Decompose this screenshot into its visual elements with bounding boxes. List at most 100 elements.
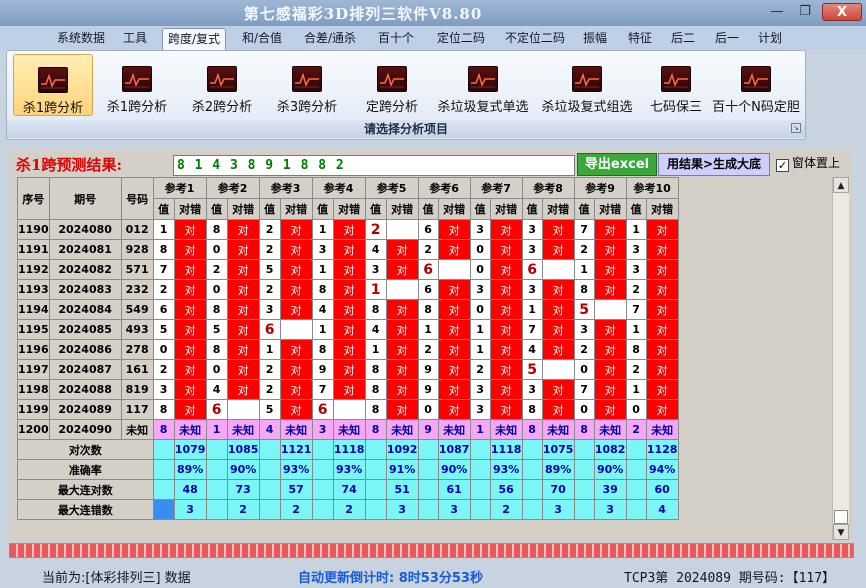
scroll-down-icon[interactable]: ▼ <box>833 524 849 540</box>
prediction-result-field[interactable]: 8 1 4 3 8 9 1 8 8 2 <box>173 155 575 176</box>
chart-line-icon <box>572 66 602 92</box>
ref-value: 8 <box>205 219 228 240</box>
value-subheader[interactable]: 值 <box>258 198 281 220</box>
checkbox-check-icon[interactable]: ✓ <box>776 159 789 172</box>
ribbon-button-label: 定跨分析 <box>365 100 418 115</box>
tab-4[interactable]: 和/合值 <box>236 28 288 50</box>
ref-value: 2 <box>364 219 387 240</box>
table-row[interactable]: 1196 2024086 278 0 对 8 对 1 对 8 对 1 对 2 对 1 对 4 对 2 对 8 对 <box>17 339 679 360</box>
summary-label: 对次数 <box>17 439 154 460</box>
tab-3[interactable]: 跨度/复式 <box>162 28 226 50</box>
table-row[interactable]: 1194 2024084 549 6 对 8 对 3 对 4 对 8 对 8 对 0 对 1 对 5 7 对 <box>17 299 679 320</box>
ref-value: 6 <box>417 259 439 280</box>
table-row[interactable]: 1193 2024083 232 2 对 0 对 2 对 8 对 1 6 对 3 对 3 对 8 对 2 对 <box>17 279 679 300</box>
tab-13[interactable]: 计划 <box>752 28 788 50</box>
column-header[interactable]: 期号 <box>48 177 122 220</box>
scroll-up-icon[interactable]: ▲ <box>833 177 849 193</box>
result-subheader[interactable]: 对错 <box>593 198 627 220</box>
minimize-button[interactable]: — <box>764 3 790 21</box>
value-subheader[interactable]: 值 <box>311 198 334 220</box>
tab-11[interactable]: 后二 <box>666 28 700 50</box>
tab-9[interactable]: 振幅 <box>578 28 612 50</box>
group-launcher-icon[interactable]: ↘ <box>791 123 801 133</box>
result-subheader[interactable]: 对错 <box>279 198 313 220</box>
tab-1[interactable]: 系统数据 <box>52 28 110 50</box>
result-ok: 对 <box>541 219 575 240</box>
value-subheader[interactable]: 值 <box>152 198 175 220</box>
ribbon-button-6[interactable]: 杀垃圾复式单选 <box>431 54 535 116</box>
ref-group-header[interactable]: 参考2 <box>205 177 260 199</box>
ref-group-header[interactable]: 参考4 <box>311 177 366 199</box>
column-header[interactable]: 序号 <box>17 177 50 220</box>
table-row[interactable]: 1199 2024089 117 8 对 6 5 对 6 8 对 0 对 3 对 8 对 0 对 0 对 <box>17 399 679 420</box>
chart-line-icon <box>292 66 322 92</box>
table-row-pending[interactable]: 1200 2024090 未知 8 未知 1 未知 4 未知 3 未知 8 未知 9 未知 1 未知 8 未知 8 未知… <box>17 419 679 440</box>
ribbon-button-3[interactable]: 杀2跨分析 <box>182 54 262 116</box>
result-miss <box>593 299 627 320</box>
ribbon-button-7[interactable]: 杀垃圾复式组选 <box>537 54 637 116</box>
ribbon-button-1[interactable]: 杀1跨分析 <box>13 54 93 116</box>
ref-group-header[interactable]: 参考6 <box>417 177 471 199</box>
value-subheader[interactable]: 值 <box>625 198 647 220</box>
ref-group-header[interactable]: 参考8 <box>521 177 575 199</box>
result-subheader[interactable]: 对错 <box>173 198 207 220</box>
ref-group-header[interactable]: 参考10 <box>625 177 679 199</box>
tab-5[interactable]: 合差/通杀 <box>296 28 364 50</box>
tab-7[interactable]: 定位二码 <box>428 28 494 50</box>
ribbon-group-label: 请选择分析项目 <box>7 120 805 138</box>
tab-6[interactable]: 百十个 <box>372 28 420 50</box>
row-issue: 2024081 <box>48 239 122 260</box>
value-subheader[interactable]: 值 <box>521 198 543 220</box>
value-subheader[interactable]: 值 <box>573 198 595 220</box>
value-subheader[interactable]: 值 <box>469 198 491 220</box>
ref-group-header[interactable]: 参考1 <box>152 177 207 199</box>
result-subheader[interactable]: 对错 <box>226 198 260 220</box>
ref-group-header[interactable]: 参考9 <box>573 177 627 199</box>
vertical-scrollbar[interactable]: ▲ ▼ <box>832 177 849 540</box>
ref-value: 0 <box>573 399 595 420</box>
result-subheader[interactable]: 对错 <box>385 198 419 220</box>
value-subheader[interactable]: 值 <box>364 198 387 220</box>
table-row[interactable]: 1191 2024081 928 8 对 0 对 2 对 3 对 4 对 2 对 0 对 3 对 2 对 3 对 <box>17 239 679 260</box>
result-ok: 对 <box>385 299 419 320</box>
ribbon-button-8[interactable]: 七码保三 <box>641 54 711 116</box>
ribbon-button-2[interactable]: 杀1跨分析 <box>97 54 177 116</box>
result-unknown: 未知 <box>385 419 419 440</box>
result-subheader[interactable]: 对错 <box>541 198 575 220</box>
table-row[interactable]: 1197 2024087 161 2 对 0 对 2 对 9 对 8 对 9 对 2 对 5 0 对 2 对 <box>17 359 679 380</box>
ref-value: 5 <box>152 319 175 340</box>
ribbon-button-4[interactable]: 杀3跨分析 <box>267 54 347 116</box>
ref-group-header[interactable]: 参考7 <box>469 177 523 199</box>
close-button[interactable]: X <box>822 3 862 21</box>
restore-button[interactable]: ❐ <box>792 3 818 21</box>
ribbon-button-9[interactable]: 百十个N码定胆 <box>709 54 803 116</box>
result-subheader[interactable]: 对错 <box>489 198 523 220</box>
table-row[interactable]: 1190 2024080 012 1 对 8 对 2 对 1 对 2 6 对 3 对 3 对 7 对 1 对 <box>17 219 679 240</box>
ribbon-button-5[interactable]: 定跨分析 <box>352 54 432 116</box>
ref-group-header[interactable]: 参考5 <box>364 177 419 199</box>
tab-12[interactable]: 后一 <box>708 28 746 50</box>
scroll-thumb[interactable] <box>834 510 848 524</box>
result-subheader[interactable]: 对错 <box>332 198 366 220</box>
tab-2[interactable]: 工具 <box>118 28 152 50</box>
value-subheader[interactable]: 值 <box>417 198 439 220</box>
topmost-checkbox[interactable]: ✓ 窗体置上 <box>776 155 840 175</box>
table-row[interactable]: 1192 2024082 571 7 对 2 对 5 对 1 对 3 对 6 0 对 6 1 对 3 对 <box>17 259 679 280</box>
tab-10[interactable]: 特征 <box>620 28 660 50</box>
ref-value: 5 <box>573 299 595 320</box>
row-number: 117 <box>120 399 154 420</box>
result-subheader[interactable]: 对错 <box>437 198 471 220</box>
export-excel-button[interactable]: 导出excel <box>577 153 657 176</box>
table-row[interactable]: 1195 2024085 493 5 对 5 对 6 1 对 4 对 1 对 1 对 7 对 3 对 1 对 <box>17 319 679 340</box>
ref-group-header[interactable]: 参考3 <box>258 177 313 199</box>
table-row[interactable]: 1198 2024088 819 3 对 4 对 2 对 7 对 8 对 9 对 3 对 3 对 7 对 1 对 <box>17 379 679 400</box>
value-subheader[interactable]: 值 <box>205 198 228 220</box>
column-header[interactable]: 号码 <box>120 177 154 220</box>
result-subheader[interactable]: 对错 <box>645 198 679 220</box>
result-ok: 对 <box>226 379 260 400</box>
generate-base-button[interactable]: 用结果>生成大底 <box>658 153 770 176</box>
tab-8[interactable]: 不定位二码 <box>496 28 574 50</box>
summary-spacer <box>521 439 543 460</box>
chart-line-icon <box>468 66 498 92</box>
ref-value: 0 <box>573 359 595 380</box>
